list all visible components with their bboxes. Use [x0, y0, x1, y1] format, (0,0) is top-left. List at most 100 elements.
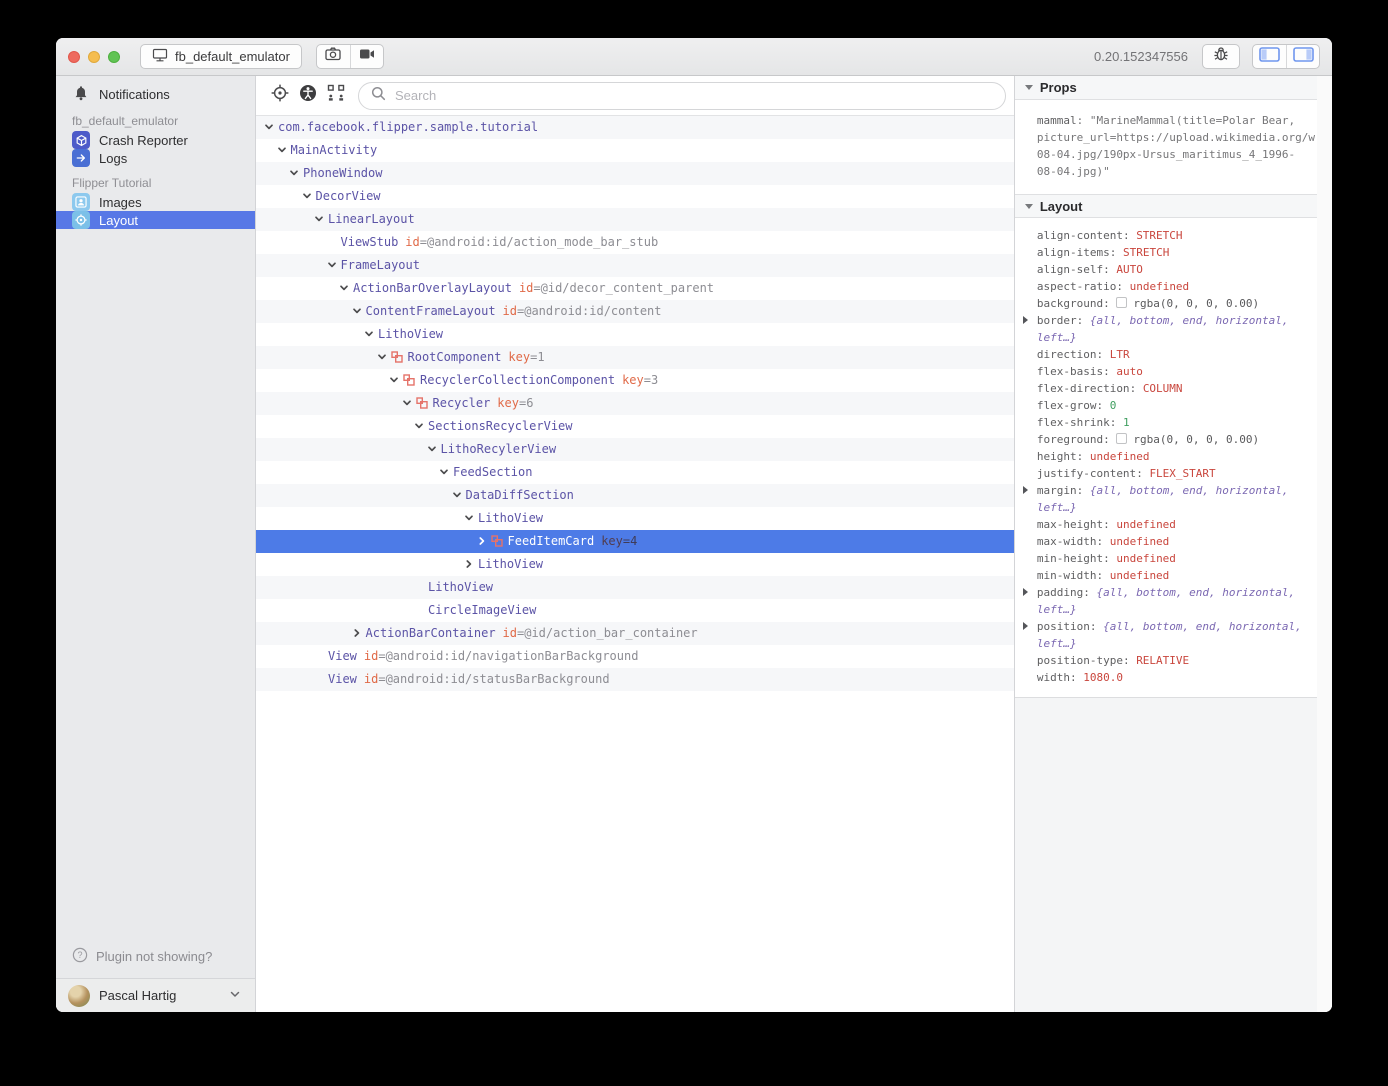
tree-row[interactable]: SectionsRecyclerView	[256, 415, 1014, 438]
tree-node-name: MainActivity	[291, 143, 378, 157]
chevron-right-icon[interactable]	[352, 622, 366, 645]
layout-prop-row[interactable]: margin: {all, bottom, end, horizontal, l…	[1015, 482, 1311, 516]
layout-prop-row: height: undefined	[1015, 448, 1311, 465]
tree-row[interactable]: Recyclerkey=6	[256, 392, 1014, 415]
layout-prop-row: flex-direction: COLUMN	[1015, 380, 1311, 397]
tree-layout-button[interactable]	[322, 82, 350, 110]
device-selector-button[interactable]: fb_default_emulator	[140, 44, 302, 69]
search-input[interactable]	[393, 87, 993, 104]
toggle-right-sidebar-button[interactable]	[1286, 45, 1319, 68]
tree-row[interactable]: ContentFrameLayoutid=@android:id/content	[256, 300, 1014, 323]
sidebar-item-logs[interactable]: Logs	[56, 149, 255, 167]
tree-row[interactable]: LithoView	[256, 553, 1014, 576]
chevron-down-icon[interactable]	[264, 116, 278, 139]
sidebar-item-layout[interactable]: Layout	[56, 211, 255, 229]
details-panel-scrollbar[interactable]	[1317, 76, 1332, 1012]
screen-record-button[interactable]	[350, 45, 383, 68]
tree-row[interactable]: ViewStubid=@android:id/action_mode_bar_s…	[256, 231, 1014, 254]
tree-attr-value: =3	[644, 373, 658, 387]
chevron-down-icon[interactable]	[339, 277, 353, 300]
close-window-button[interactable]	[68, 51, 80, 63]
tree-row[interactable]: PhoneWindow	[256, 162, 1014, 185]
props-section-header[interactable]: Props	[1015, 76, 1317, 100]
capture-button-group	[316, 44, 384, 69]
prop-key: justify-content	[1037, 467, 1136, 480]
tree-row[interactable]: DecorView	[256, 185, 1014, 208]
litho-component-icon	[491, 530, 508, 553]
tree-row[interactable]: RootComponentkey=1	[256, 346, 1014, 369]
screenshot-button[interactable]	[317, 45, 350, 68]
chevron-down-icon[interactable]	[464, 507, 478, 530]
details-sections: Props mammal: "MarineMammal(title=Polar …	[1015, 76, 1317, 698]
tree-attr-value: =@android:id/navigationBarBackground	[378, 649, 638, 663]
color-checkbox	[1116, 433, 1127, 444]
tree-attr-key: id	[503, 304, 517, 318]
tree-row[interactable]: RecyclerCollectionComponentkey=3	[256, 369, 1014, 392]
toggle-left-sidebar-button[interactable]	[1253, 45, 1286, 68]
target-mode-button[interactable]	[266, 82, 294, 110]
layout-prop-row: align-content: STRETCH	[1015, 227, 1311, 244]
layout-prop-row: aspect-ratio: undefined	[1015, 278, 1311, 295]
layout-prop-row[interactable]: border: {all, bottom, end, horizontal, l…	[1015, 312, 1311, 346]
tree-row[interactable]: ActionBarContainerid=@id/action_bar_cont…	[256, 622, 1014, 645]
tree-attr-value: =@android:id/action_mode_bar_stub	[420, 235, 658, 249]
layout-section-header[interactable]: Layout	[1015, 194, 1317, 218]
plugin-help-link[interactable]: ? Plugin not showing?	[56, 937, 255, 978]
chevron-down-icon[interactable]	[277, 139, 291, 162]
tree-row[interactable]: com.facebook.flipper.sample.tutorial	[256, 116, 1014, 139]
tree-row[interactable]: LinearLayout	[256, 208, 1014, 231]
tree-row[interactable]: Viewid=@android:id/statusBarBackground	[256, 668, 1014, 691]
tree-row[interactable]: LithoView	[256, 576, 1014, 599]
sidebar-item-images[interactable]: Images	[56, 193, 255, 211]
tree-row[interactable]: LithoRecylerView	[256, 438, 1014, 461]
tree-row[interactable]: ActionBarOverlayLayoutid=@id/decor_conte…	[256, 277, 1014, 300]
chevron-down-icon[interactable]	[427, 438, 441, 461]
sidebar-item-crash-reporter[interactable]: Crash Reporter	[56, 131, 255, 149]
expander-icon[interactable]	[1023, 588, 1028, 596]
chevron-right-icon[interactable]	[464, 553, 478, 576]
tree-row[interactable]: LithoView	[256, 323, 1014, 346]
prop-value: 1	[1123, 416, 1130, 429]
tree-row[interactable]: LithoView	[256, 507, 1014, 530]
layout-inspector-main: com.facebook.flipper.sample.tutorial Main…	[256, 76, 1014, 1012]
layout-prop-row[interactable]: padding: {all, bottom, end, horizontal, …	[1015, 584, 1311, 618]
user-account-row[interactable]: Pascal Hartig	[56, 978, 255, 1012]
chevron-down-icon[interactable]	[327, 254, 341, 277]
expander-icon[interactable]	[1023, 316, 1028, 324]
tree-row[interactable]: CircleImageView	[256, 599, 1014, 622]
zoom-window-button[interactable]	[108, 51, 120, 63]
chevron-down-icon[interactable]	[364, 323, 378, 346]
panel-toggle-group	[1252, 44, 1320, 69]
chevron-down-icon[interactable]	[389, 369, 403, 392]
chevron-down-icon[interactable]	[289, 162, 303, 185]
tree-attr-value: =6	[519, 396, 533, 410]
chevron-down-icon[interactable]	[352, 300, 366, 323]
tree-row[interactable]: FeedSection	[256, 461, 1014, 484]
chevron-down-icon[interactable]	[452, 484, 466, 507]
chevron-down-icon[interactable]	[302, 185, 316, 208]
prop-key: align-content	[1037, 229, 1123, 242]
props-key: mammal	[1037, 114, 1077, 127]
chevron-down-icon[interactable]	[314, 208, 328, 231]
chevron-down-icon[interactable]	[402, 392, 416, 415]
chevron-down-icon[interactable]	[414, 415, 428, 438]
tree-row[interactable]: MainActivity	[256, 139, 1014, 162]
expander-icon[interactable]	[1023, 486, 1028, 494]
prop-key: min-height	[1037, 552, 1103, 565]
tree-node-name: Recycler	[433, 396, 491, 410]
bug-icon	[1212, 45, 1230, 68]
accessibility-mode-button[interactable]	[294, 82, 322, 110]
sidebar-item-notifications[interactable]: Notifications	[56, 84, 255, 105]
tree-row[interactable]: FeedItemCardkey=4	[256, 530, 1014, 553]
minimize-window-button[interactable]	[88, 51, 100, 63]
tree-row[interactable]: FrameLayout	[256, 254, 1014, 277]
chevron-right-icon[interactable]	[477, 530, 491, 553]
report-bug-button[interactable]	[1202, 44, 1240, 69]
tree-row[interactable]: Viewid=@android:id/navigationBarBackgrou…	[256, 645, 1014, 668]
tree-row[interactable]: DataDiffSection	[256, 484, 1014, 507]
chevron-down-icon[interactable]	[377, 346, 391, 369]
chevron-down-icon[interactable]	[439, 461, 453, 484]
expander-icon[interactable]	[1023, 622, 1028, 630]
tree-node-name: LithoView	[478, 557, 543, 571]
layout-prop-row[interactable]: position: {all, bottom, end, horizontal,…	[1015, 618, 1311, 652]
